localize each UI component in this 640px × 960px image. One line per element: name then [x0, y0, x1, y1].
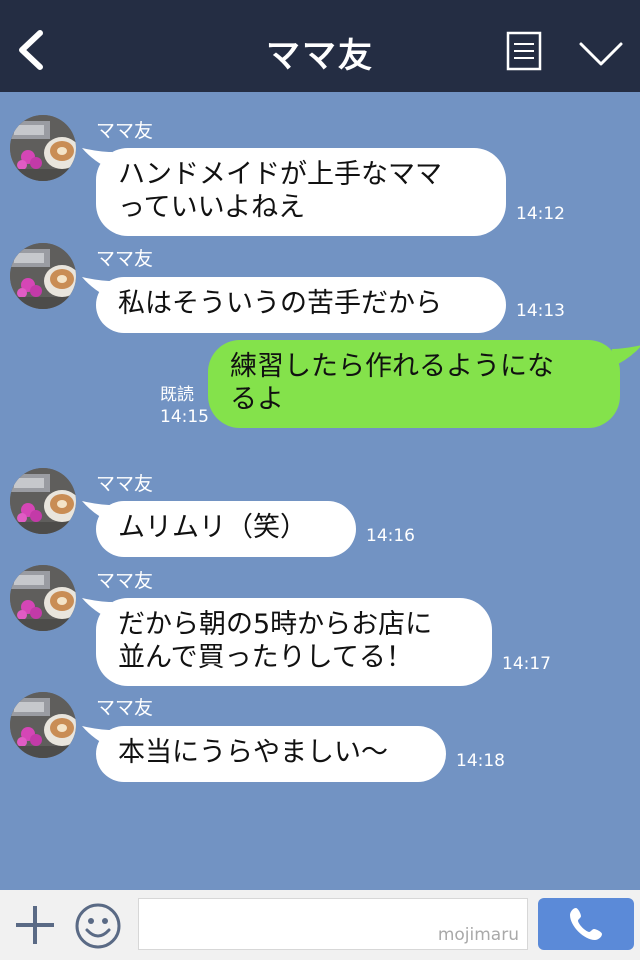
message-time: 14:13 — [516, 301, 565, 321]
chevron-down-icon[interactable] — [578, 40, 624, 68]
avatar-photo — [10, 243, 76, 309]
message-bubble[interactable]: ハンドメイドが上手なママ っていいよねえ — [96, 148, 506, 236]
message-bubble[interactable]: 私はそういうの苦手だから — [96, 277, 506, 333]
message-bubble[interactable]: ムリムリ（笑） — [96, 501, 356, 557]
message-bubble[interactable]: だから朝の5時からお店に 並んで買ったりしてる！ — [96, 598, 492, 686]
avatar-photo — [10, 565, 76, 631]
message-time: 14:18 — [456, 751, 505, 771]
avatar[interactable] — [10, 468, 76, 534]
chat-title: ママ友 — [266, 36, 374, 76]
message-time: 14:15 — [160, 407, 209, 427]
call-button[interactable] — [538, 898, 634, 950]
message-time: 14:12 — [516, 204, 565, 224]
sender-name: ママ友 — [96, 697, 154, 719]
avatar-photo — [10, 692, 76, 758]
watermark: mojimaru — [437, 925, 519, 945]
sender-name: ママ友 — [96, 570, 154, 592]
header-bar: ママ友 — [0, 0, 640, 92]
message-bubble[interactable]: 練習したら作れるようにな るよ — [208, 340, 620, 428]
menu-icon[interactable] — [506, 31, 542, 71]
message-time: 14:17 — [502, 654, 551, 674]
sender-name: ママ友 — [96, 120, 154, 142]
avatar[interactable] — [10, 115, 76, 181]
sender-name: ママ友 — [96, 248, 154, 270]
avatar-photo — [10, 115, 76, 181]
avatar[interactable] — [10, 692, 76, 758]
message-time: 14:16 — [366, 526, 415, 546]
sender-name: ママ友 — [96, 473, 154, 495]
message-bubble[interactable]: 本当にうらやましい〜 — [96, 726, 446, 782]
avatar-photo — [10, 468, 76, 534]
plus-icon[interactable] — [14, 904, 56, 946]
read-receipt: 既読 14:15 — [160, 384, 209, 428]
input-bar: mojimaru — [0, 890, 640, 960]
message-input[interactable]: mojimaru — [138, 898, 528, 950]
avatar[interactable] — [10, 243, 76, 309]
read-status: 既読 — [160, 385, 194, 405]
avatar[interactable] — [10, 565, 76, 631]
chat-area[interactable]: ママ友 ハンドメイドが上手なママ っていいよねえ 14:12 ママ友 私はそうい… — [0, 92, 640, 890]
phone-icon — [570, 908, 602, 940]
bubble-tail — [612, 345, 640, 367]
smiley-icon[interactable] — [74, 902, 122, 950]
